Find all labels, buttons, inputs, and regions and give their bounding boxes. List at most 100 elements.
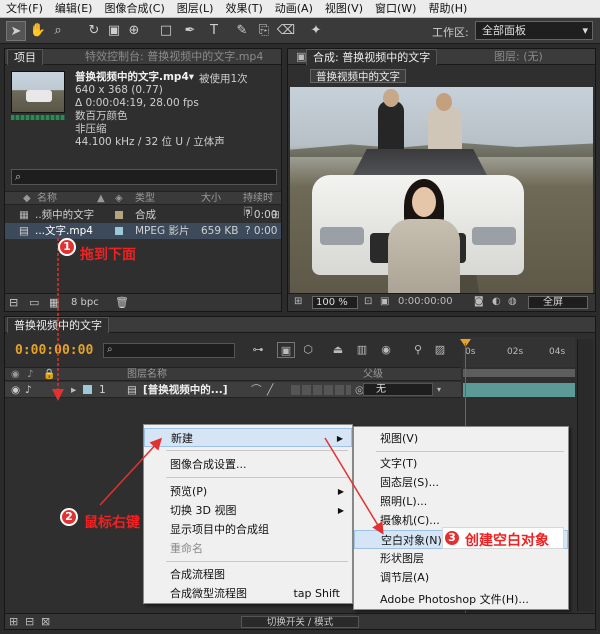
rotate-tool-icon[interactable]: ↻: [84, 21, 104, 41]
tab-layer[interactable]: 图层: (无): [488, 49, 549, 65]
workspace-select[interactable]: 全部面板 ▾: [475, 21, 593, 40]
brainstorm-icon[interactable]: ▨: [431, 342, 449, 358]
expand-triangle-icon[interactable]: ▸: [71, 382, 76, 398]
snapshot-icon[interactable]: ◙: [474, 296, 484, 307]
comp-name-tab[interactable]: 普换视频中的文字: [310, 69, 406, 83]
tab-effect-controls[interactable]: 特效控制台: 普换视频中的文字.mp4: [79, 49, 269, 65]
resolution-select[interactable]: 全屏: [528, 296, 588, 309]
column-name[interactable]: 名称: [37, 192, 57, 206]
menu-item-mini-flowchart[interactable]: 合成微型流程图 tap Shift: [144, 584, 352, 603]
shy-layers-icon[interactable]: ⏏: [329, 342, 347, 358]
submenu-item-light[interactable]: 照明(L)...: [354, 492, 568, 511]
trash-icon[interactable]: 🗑: [115, 296, 129, 309]
graph-editor-icon[interactable]: ⚲: [409, 342, 427, 358]
submenu-item-photoshop-file[interactable]: Adobe Photoshop 文件(H)...: [354, 590, 568, 609]
tab-timeline-comp[interactable]: 普换视频中的文字: [7, 317, 109, 333]
submenu-item-solid[interactable]: 固态层(S)...: [354, 473, 568, 492]
timeline-layer-row[interactable]: ◉ ♪ ▸ 1 ▤ [普换视频中的...] ⌒ ╱ ◎ 无 ▾: [5, 382, 461, 398]
flowchart-icon[interactable]: ⊞: [271, 207, 280, 223]
submenu-item-adjustment-layer[interactable]: 调节层(A): [354, 568, 568, 587]
toggle-switches-modes-button[interactable]: 切换开关 / 模式: [241, 616, 359, 628]
menu-window[interactable]: 窗口(W): [369, 0, 422, 18]
menu-help[interactable]: 帮助(H): [422, 0, 473, 18]
project-tabbar: 项目 特效控制台: 普换视频中的文字.mp4: [5, 49, 281, 65]
toggle-in-out-icon[interactable]: ⊠: [41, 615, 50, 628]
pan-behind-tool-icon[interactable]: ⊕: [124, 21, 144, 41]
text-tool-icon[interactable]: T: [204, 21, 224, 41]
column-parent[interactable]: 父级: [363, 368, 383, 382]
column-size[interactable]: 大小: [201, 192, 221, 206]
live-update-icon[interactable]: ▣: [277, 342, 295, 358]
motion-blur-icon[interactable]: ◉: [377, 342, 395, 358]
tab-composition[interactable]: 合成: 普换视频中的文字: [306, 49, 438, 65]
tab-project[interactable]: 项目: [7, 49, 43, 65]
column-layer-name[interactable]: 图层名称: [127, 368, 167, 382]
project-search-input[interactable]: ⌕: [11, 169, 277, 185]
menu-item-new[interactable]: 新建 ▶: [144, 428, 352, 447]
menu-composition[interactable]: 图像合成(C): [98, 0, 170, 18]
pen-tool-icon[interactable]: ✒: [180, 21, 200, 41]
current-time-display[interactable]: 0:00:00:00: [15, 343, 93, 358]
toggle-modes-icon[interactable]: ⊟: [25, 615, 34, 628]
comp-tabbar: ▣ 合成: 普换视频中的文字 图层: (无): [288, 49, 595, 65]
safe-zones-icon[interactable]: ⊡: [364, 296, 372, 307]
menu-item-preview[interactable]: 预览(P) ▶: [144, 482, 352, 501]
parent-select[interactable]: 无: [363, 383, 433, 396]
menu-layer[interactable]: 图层(L): [171, 0, 220, 18]
comp-mini-flowchart-icon[interactable]: ⊶: [249, 342, 267, 358]
frame-blending-icon[interactable]: ▥: [353, 342, 371, 358]
footage-file-icon: ▤: [127, 384, 137, 396]
camera-tool-icon[interactable]: ▣: [104, 21, 124, 41]
quality-switch-icon[interactable]: ╱: [267, 382, 273, 398]
always-preview-icon[interactable]: ⊞: [294, 296, 302, 307]
menu-animation[interactable]: 动画(A): [269, 0, 319, 18]
project-item-row[interactable]: ▤ ...文字.mp4 MPEG 影片 659 KB ? 0:00: [5, 223, 281, 239]
shy-switch-icon[interactable]: ⌒: [251, 382, 262, 398]
timeline-search-input[interactable]: ⌕: [103, 343, 235, 358]
channel-icon[interactable]: ◍: [508, 296, 517, 307]
region-of-interest-icon[interactable]: ▣: [380, 296, 389, 307]
zoom-tool-icon[interactable]: ⌕: [48, 21, 68, 41]
draft-3d-icon[interactable]: ⬡: [299, 342, 317, 358]
menu-item-reveal-in-project[interactable]: 显示项目中的合成组: [144, 520, 352, 539]
column-type[interactable]: 类型: [135, 192, 155, 206]
interpret-footage-icon[interactable]: ⊟: [9, 296, 18, 309]
time-ruler[interactable]: 0s 02s 04s: [463, 337, 575, 367]
selection-tool-icon[interactable]: ➤: [6, 21, 26, 41]
menu-edit[interactable]: 编辑(E): [49, 0, 99, 18]
bit-depth[interactable]: 8 bpc: [71, 297, 99, 308]
layer-name[interactable]: [普换视频中的...]: [143, 382, 228, 398]
submenu-item-shape-layer[interactable]: 形状图层: [354, 549, 568, 568]
menu-item-rename[interactable]: 重命名: [144, 539, 352, 558]
footage-name[interactable]: 普换视频中的文字.mp4▾: [75, 71, 194, 84]
menu-file[interactable]: 文件(F): [0, 0, 49, 18]
menu-item-flowchart[interactable]: 合成流程图: [144, 565, 352, 584]
new-composition-icon[interactable]: ▦: [49, 296, 59, 309]
layer-switches[interactable]: [291, 385, 351, 395]
menu-item-switch-3d-view[interactable]: 切换 3D 视图 ▶: [144, 501, 352, 520]
eye-icon[interactable]: ◉: [11, 382, 20, 398]
submenu-item-viewer[interactable]: 视图(V): [354, 429, 568, 448]
menu-effect[interactable]: 效果(T): [219, 0, 268, 18]
toggle-switches-icon[interactable]: ⊞: [9, 615, 18, 628]
show-snapshot-icon[interactable]: ◐: [492, 296, 501, 307]
rectangle-tool-icon[interactable]: □: [156, 21, 176, 41]
menu-item-comp-settings[interactable]: 图像合成设置...: [144, 455, 352, 474]
speaker-icon[interactable]: ♪: [25, 382, 32, 398]
project-item-row[interactable]: ▦ ..频中的文字 合成 ? 0:00 ⊞: [5, 207, 281, 223]
composition-viewer[interactable]: [290, 87, 593, 295]
layer-duration-bar[interactable]: [463, 383, 575, 397]
timeline-side-panel[interactable]: [577, 339, 593, 611]
hand-tool-icon[interactable]: ✋: [28, 21, 48, 41]
new-folder-icon[interactable]: ▭: [29, 296, 39, 309]
brush-tool-icon[interactable]: ✎: [232, 21, 252, 41]
work-area-bar[interactable]: [463, 369, 575, 377]
label-swatch[interactable]: [83, 385, 92, 394]
menu-view[interactable]: 视图(V): [319, 0, 369, 18]
timecode-field[interactable]: 0:00:00:00: [398, 296, 453, 307]
submenu-item-text[interactable]: 文字(T): [354, 454, 568, 473]
clone-stamp-tool-icon[interactable]: ⎘: [254, 21, 274, 41]
puppet-pin-tool-icon[interactable]: ✦: [306, 21, 326, 41]
eraser-tool-icon[interactable]: ⌫: [276, 21, 296, 41]
magnification-select[interactable]: 100 %: [312, 296, 358, 309]
